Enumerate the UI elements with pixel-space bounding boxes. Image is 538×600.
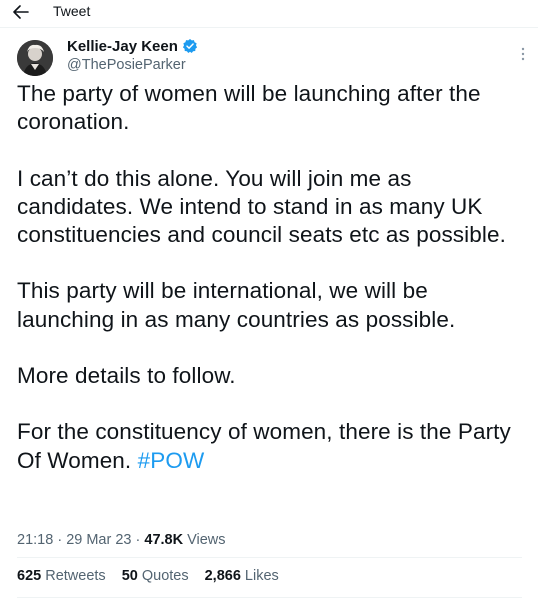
tweet-date[interactable]: 29 Mar 23 xyxy=(66,532,131,548)
meta-separator: · xyxy=(131,532,145,548)
tweet-paragraph-text: For the constituency of women, there is … xyxy=(17,419,511,473)
retweets-stat[interactable]: 625 Retweets xyxy=(17,568,106,584)
more-options-icon[interactable] xyxy=(520,46,526,62)
tweet-paragraph-last: For the constituency of women, there is … xyxy=(17,418,527,474)
tweet-stats: 625 Retweets 50 Quotes 2,866 Likes xyxy=(17,568,279,584)
tweet-meta: 21:18 · 29 Mar 23 · 47.8K Views xyxy=(17,532,226,548)
tweet-page: Tweet Kellie-Jay Keen @ThePosieParker Th… xyxy=(0,0,538,600)
tweet-time[interactable]: 21:18 xyxy=(17,532,53,548)
author-block: Kellie-Jay Keen @ThePosieParker xyxy=(67,37,198,73)
retweets-count: 625 xyxy=(17,568,42,584)
views-label: Views xyxy=(183,532,226,548)
divider xyxy=(17,557,522,558)
tweet-paragraph: The party of women will be launching aft… xyxy=(17,81,481,135)
meta-separator: · xyxy=(53,532,67,548)
views-count: 47.8K xyxy=(144,532,184,548)
hashtag-link[interactable]: #POW xyxy=(138,448,205,473)
tweet-paragraph: More details to follow. xyxy=(17,362,236,388)
verified-badge-icon xyxy=(182,38,198,54)
likes-count: 2,866 xyxy=(204,568,241,584)
likes-label: Likes xyxy=(240,568,279,584)
tweet-text: The party of women will be launching aft… xyxy=(17,80,527,475)
author-name[interactable]: Kellie-Jay Keen xyxy=(67,38,178,55)
back-arrow-icon[interactable] xyxy=(12,4,30,20)
top-bar: Tweet xyxy=(0,0,538,28)
likes-stat[interactable]: 2,866 Likes xyxy=(205,568,279,584)
author-handle[interactable]: @ThePosieParker xyxy=(67,57,198,73)
quotes-label: Quotes xyxy=(137,568,189,584)
tweet-paragraph: This party will be international, we wil… xyxy=(17,278,456,332)
avatar[interactable] xyxy=(17,40,53,76)
retweets-label: Retweets xyxy=(41,568,106,584)
divider xyxy=(17,597,522,598)
name-row: Kellie-Jay Keen xyxy=(67,37,198,55)
quotes-stat[interactable]: 50 Quotes xyxy=(122,568,189,584)
page-title: Tweet xyxy=(53,3,91,19)
quotes-count: 50 xyxy=(121,568,138,584)
tweet-paragraph: I can’t do this alone. You will join me … xyxy=(17,165,506,247)
